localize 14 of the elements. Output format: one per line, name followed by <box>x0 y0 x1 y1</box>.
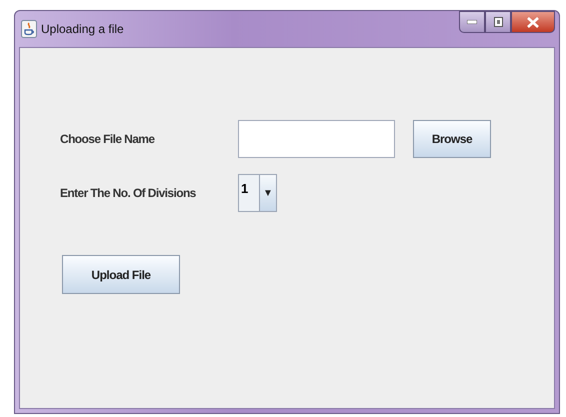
maximize-button[interactable] <box>485 11 511 33</box>
upload-file-button[interactable]: Upload File <box>62 255 180 294</box>
file-name-label: Choose File Name <box>60 132 156 146</box>
java-cup-icon <box>21 20 37 38</box>
divisions-dropdown[interactable]: 1 ▼ <box>238 174 277 212</box>
divisions-label: Enter The No. Of Divisions <box>60 186 197 200</box>
minimize-button[interactable] <box>459 11 485 33</box>
close-button[interactable] <box>511 11 555 33</box>
minimize-icon <box>467 20 477 24</box>
close-icon <box>527 16 539 28</box>
browse-button[interactable]: Browse <box>413 120 491 158</box>
window-title: Uploading a file <box>41 22 124 36</box>
restore-icon <box>494 17 502 27</box>
file-name-field[interactable] <box>238 120 395 158</box>
